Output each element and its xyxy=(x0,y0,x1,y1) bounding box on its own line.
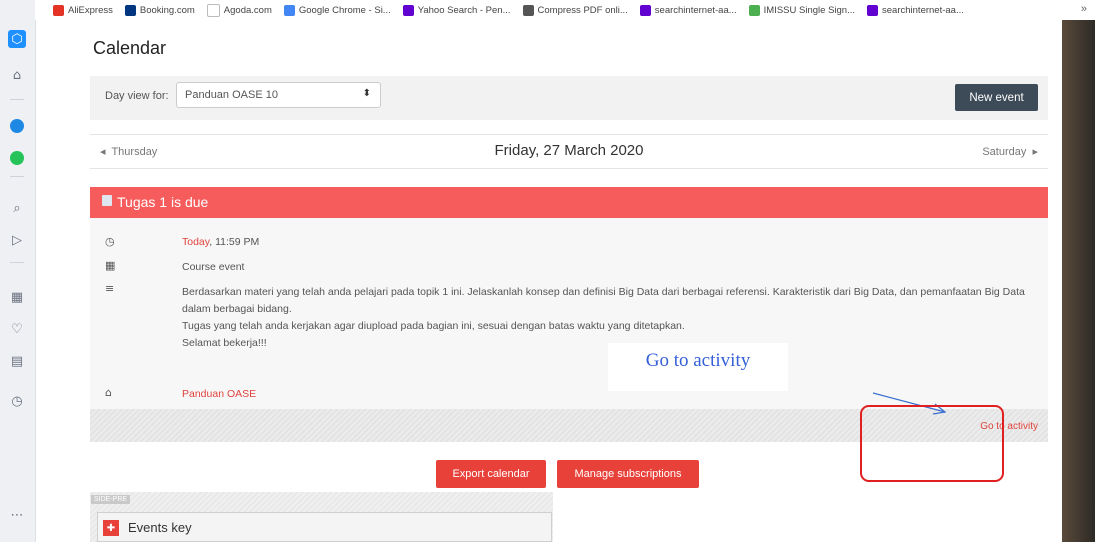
sidebar-divider xyxy=(10,99,24,100)
send-icon[interactable]: ▷ xyxy=(8,231,26,249)
events-key-title: Events key xyxy=(128,520,192,535)
bookmark-label: Compress PDF onli... xyxy=(537,4,628,16)
bookmark-favicon-icon xyxy=(124,4,136,16)
bookmark-favicon-icon xyxy=(867,4,879,16)
side-pre-region: SIDE-PRE ✚ Events key xyxy=(90,492,553,542)
day-navigation: ◂ Thursday Friday, 27 March 2020 Saturda… xyxy=(90,134,1048,169)
bookmark-favicon-icon xyxy=(522,4,534,16)
assignment-icon xyxy=(102,195,112,206)
bookmark-favicon-icon xyxy=(748,4,760,16)
bookmark-item[interactable]: Yahoo Search - Pen... xyxy=(402,4,511,16)
pin-icon: ✚ xyxy=(103,520,119,536)
bookmark-item[interactable]: Booking.com xyxy=(124,4,195,16)
next-day-label: Saturday xyxy=(982,146,1027,158)
bookmark-favicon-icon xyxy=(402,4,414,16)
course-link[interactable]: Panduan OASE xyxy=(182,388,256,400)
event-time: Today, 11:59 PM xyxy=(182,236,259,248)
news-icon[interactable]: ▤ xyxy=(8,352,26,370)
bookmark-label: searchinternet-aa... xyxy=(654,4,737,16)
heart-icon[interactable]: ♡ xyxy=(8,320,26,338)
whatsapp-icon[interactable] xyxy=(8,149,26,167)
sidebar-divider xyxy=(10,176,24,177)
bookmark-item[interactable]: searchinternet-aa... xyxy=(639,4,737,16)
description-paragraph: Tugas yang telah anda kerjakan agar diup… xyxy=(182,320,685,332)
today-link[interactable]: Today xyxy=(182,236,209,248)
manage-subscriptions-button[interactable]: Manage subscriptions xyxy=(557,460,699,488)
bookmark-item[interactable]: Agoda.com xyxy=(206,3,272,17)
bookmark-favicon-icon xyxy=(53,4,64,16)
bookmark-favicon-icon xyxy=(283,4,295,16)
event-card: Tugas 1 is due ◷ Today, 11:59 PM ▦ Cours… xyxy=(90,187,1048,442)
description-paragraph: Berdasarkan materi yang telah anda pelaj… xyxy=(182,286,1025,315)
annotation-label-box: Go to activity xyxy=(608,343,788,391)
annotation-highlight-circle xyxy=(860,405,1004,482)
new-event-button[interactable]: New event xyxy=(955,84,1038,111)
messenger-icon[interactable] xyxy=(8,117,26,135)
apps-grid-icon[interactable]: ▦ xyxy=(8,288,26,306)
calendar-icon: ▦ xyxy=(105,259,116,272)
bookmark-favicon-icon xyxy=(639,4,651,16)
event-title[interactable]: Tugas 1 is due xyxy=(117,194,208,210)
bookmark-item[interactable]: IMISSU Single Sign... xyxy=(748,4,856,16)
calendar-toolbar: Day view for: Panduan OASE 10 ⬍ New even… xyxy=(90,76,1048,120)
bookmark-label: Agoda.com xyxy=(223,4,272,16)
page-title: Calendar xyxy=(93,38,167,58)
bookmark-label: Yahoo Search - Pen... xyxy=(417,4,511,16)
bookmark-item[interactable]: searchinternet-aa... xyxy=(867,4,964,16)
arrow-right-icon: ▸ xyxy=(1032,146,1038,158)
bookmark-label: searchinternet-aa... xyxy=(882,4,964,16)
day-view-label: Day view for: xyxy=(105,90,169,102)
browser-sidebar: ⬡ ⌂ ⌕ ▷ ▦ ♡ ▤ ◷ ⋯ xyxy=(0,0,36,542)
more-icon[interactable]: ⋯ xyxy=(8,506,26,524)
course-select-value: Panduan OASE 10 xyxy=(185,89,278,101)
bookmark-label: Booking.com xyxy=(139,4,195,16)
bookmarks-overflow-icon[interactable]: » xyxy=(1081,3,1087,15)
background-edge xyxy=(1062,20,1095,542)
course-icon: ⌂ xyxy=(105,386,112,399)
bookmark-favicon-icon xyxy=(206,3,220,17)
event-description: Berdasarkan materi yang telah anda pelaj… xyxy=(182,284,1042,352)
sidebar-divider xyxy=(10,262,24,263)
history-icon[interactable]: ◷ xyxy=(8,392,26,410)
event-type: Course event xyxy=(182,261,245,273)
select-chevron-icon: ⬍ xyxy=(362,88,371,99)
bookmark-label: Google Chrome - Si... xyxy=(298,4,391,16)
bookmark-item[interactable]: Compress PDF onli... xyxy=(522,4,628,16)
bookmark-label: IMISSU Single Sign... xyxy=(763,4,856,16)
export-calendar-button[interactable]: Export calendar xyxy=(436,460,546,488)
events-key-block[interactable]: ✚ Events key xyxy=(97,512,552,542)
course-select[interactable]: Panduan OASE 10 ⬍ xyxy=(176,82,381,108)
next-day-link[interactable]: Saturday ▸ xyxy=(982,145,1038,158)
search-icon[interactable]: ⌕ xyxy=(8,199,26,217)
event-header: Tugas 1 is due xyxy=(90,187,1048,218)
clock-icon: ◷ xyxy=(105,235,115,248)
browser-logo-icon[interactable]: ⬡ xyxy=(8,30,26,48)
event-time-value: , 11:59 PM xyxy=(209,236,260,248)
region-label: SIDE-PRE xyxy=(91,495,131,504)
bookmarks-bar: AliExpress Booking.com Agoda.com Google Chr… xyxy=(35,0,1095,20)
current-day-title: Friday, 27 March 2020 xyxy=(494,142,644,159)
annotation-label: Go to activity xyxy=(645,350,751,371)
bookmark-label: AliExpress xyxy=(68,4,113,16)
bookmark-item[interactable]: Google Chrome - Si... xyxy=(283,4,391,16)
description-icon: ≡ xyxy=(105,282,115,295)
bookmark-item[interactable]: AliExpress xyxy=(53,4,113,16)
home-icon[interactable]: ⌂ xyxy=(8,66,26,84)
